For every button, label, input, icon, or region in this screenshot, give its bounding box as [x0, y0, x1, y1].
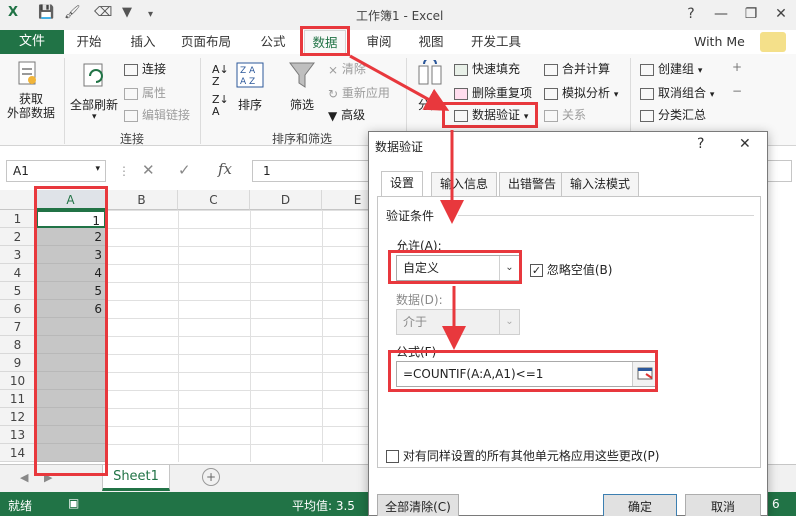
annotation-arrows — [349, 54, 466, 350]
